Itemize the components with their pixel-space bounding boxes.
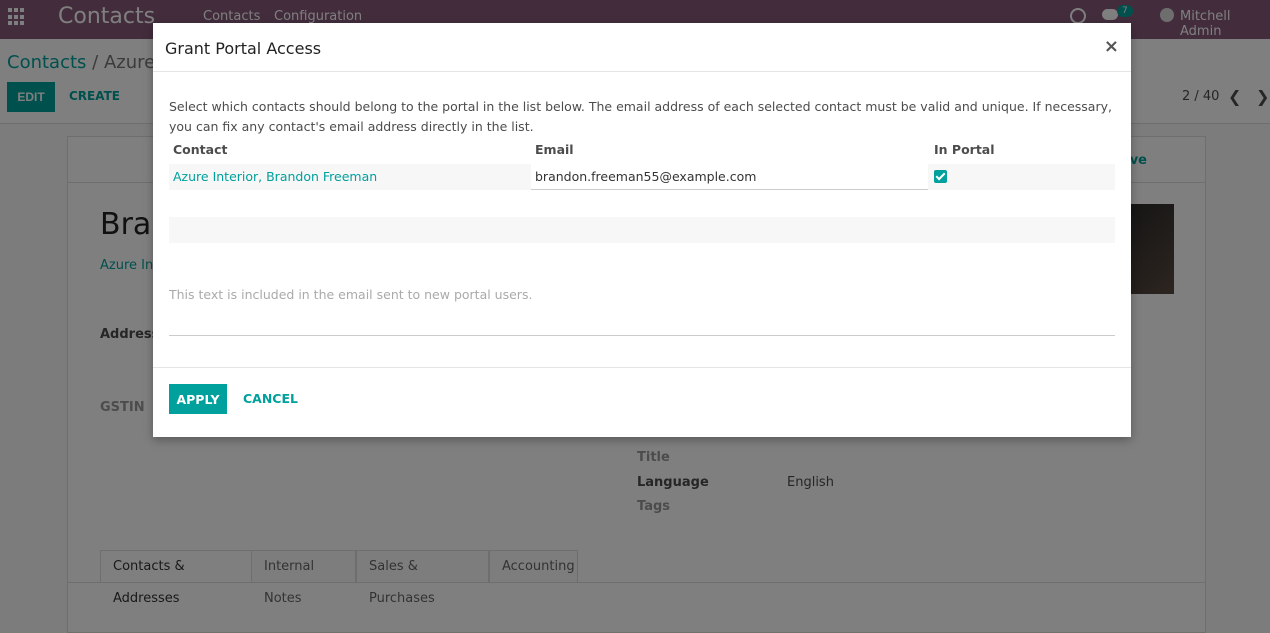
modal-footer-divider — [153, 367, 1131, 368]
column-header-contact[interactable]: Contact — [173, 142, 227, 157]
close-icon[interactable]: × — [1104, 36, 1119, 57]
empty-table-row — [169, 217, 1115, 243]
in-portal-checkbox[interactable] — [934, 170, 947, 183]
column-header-in-portal[interactable]: In Portal — [934, 142, 995, 157]
modal-title: Grant Portal Access — [165, 39, 322, 58]
cancel-button[interactable]: CANCEL — [243, 391, 298, 406]
email-field[interactable] — [531, 164, 928, 190]
column-header-email[interactable]: Email — [535, 142, 574, 157]
modal-header-divider — [153, 71, 1131, 72]
apply-button[interactable]: APPLY — [169, 384, 227, 414]
modal-intro-text: Select which contacts should belong to t… — [169, 99, 1112, 134]
contact-cell[interactable]: Azure Interior, Brandon Freeman — [173, 169, 377, 184]
welcome-placeholder: This text is included in the email sent … — [169, 287, 533, 302]
welcome-message-field[interactable]: This text is included in the email sent … — [169, 287, 1115, 336]
grant-portal-access-dialog: Grant Portal Access × Select which conta… — [153, 23, 1131, 437]
